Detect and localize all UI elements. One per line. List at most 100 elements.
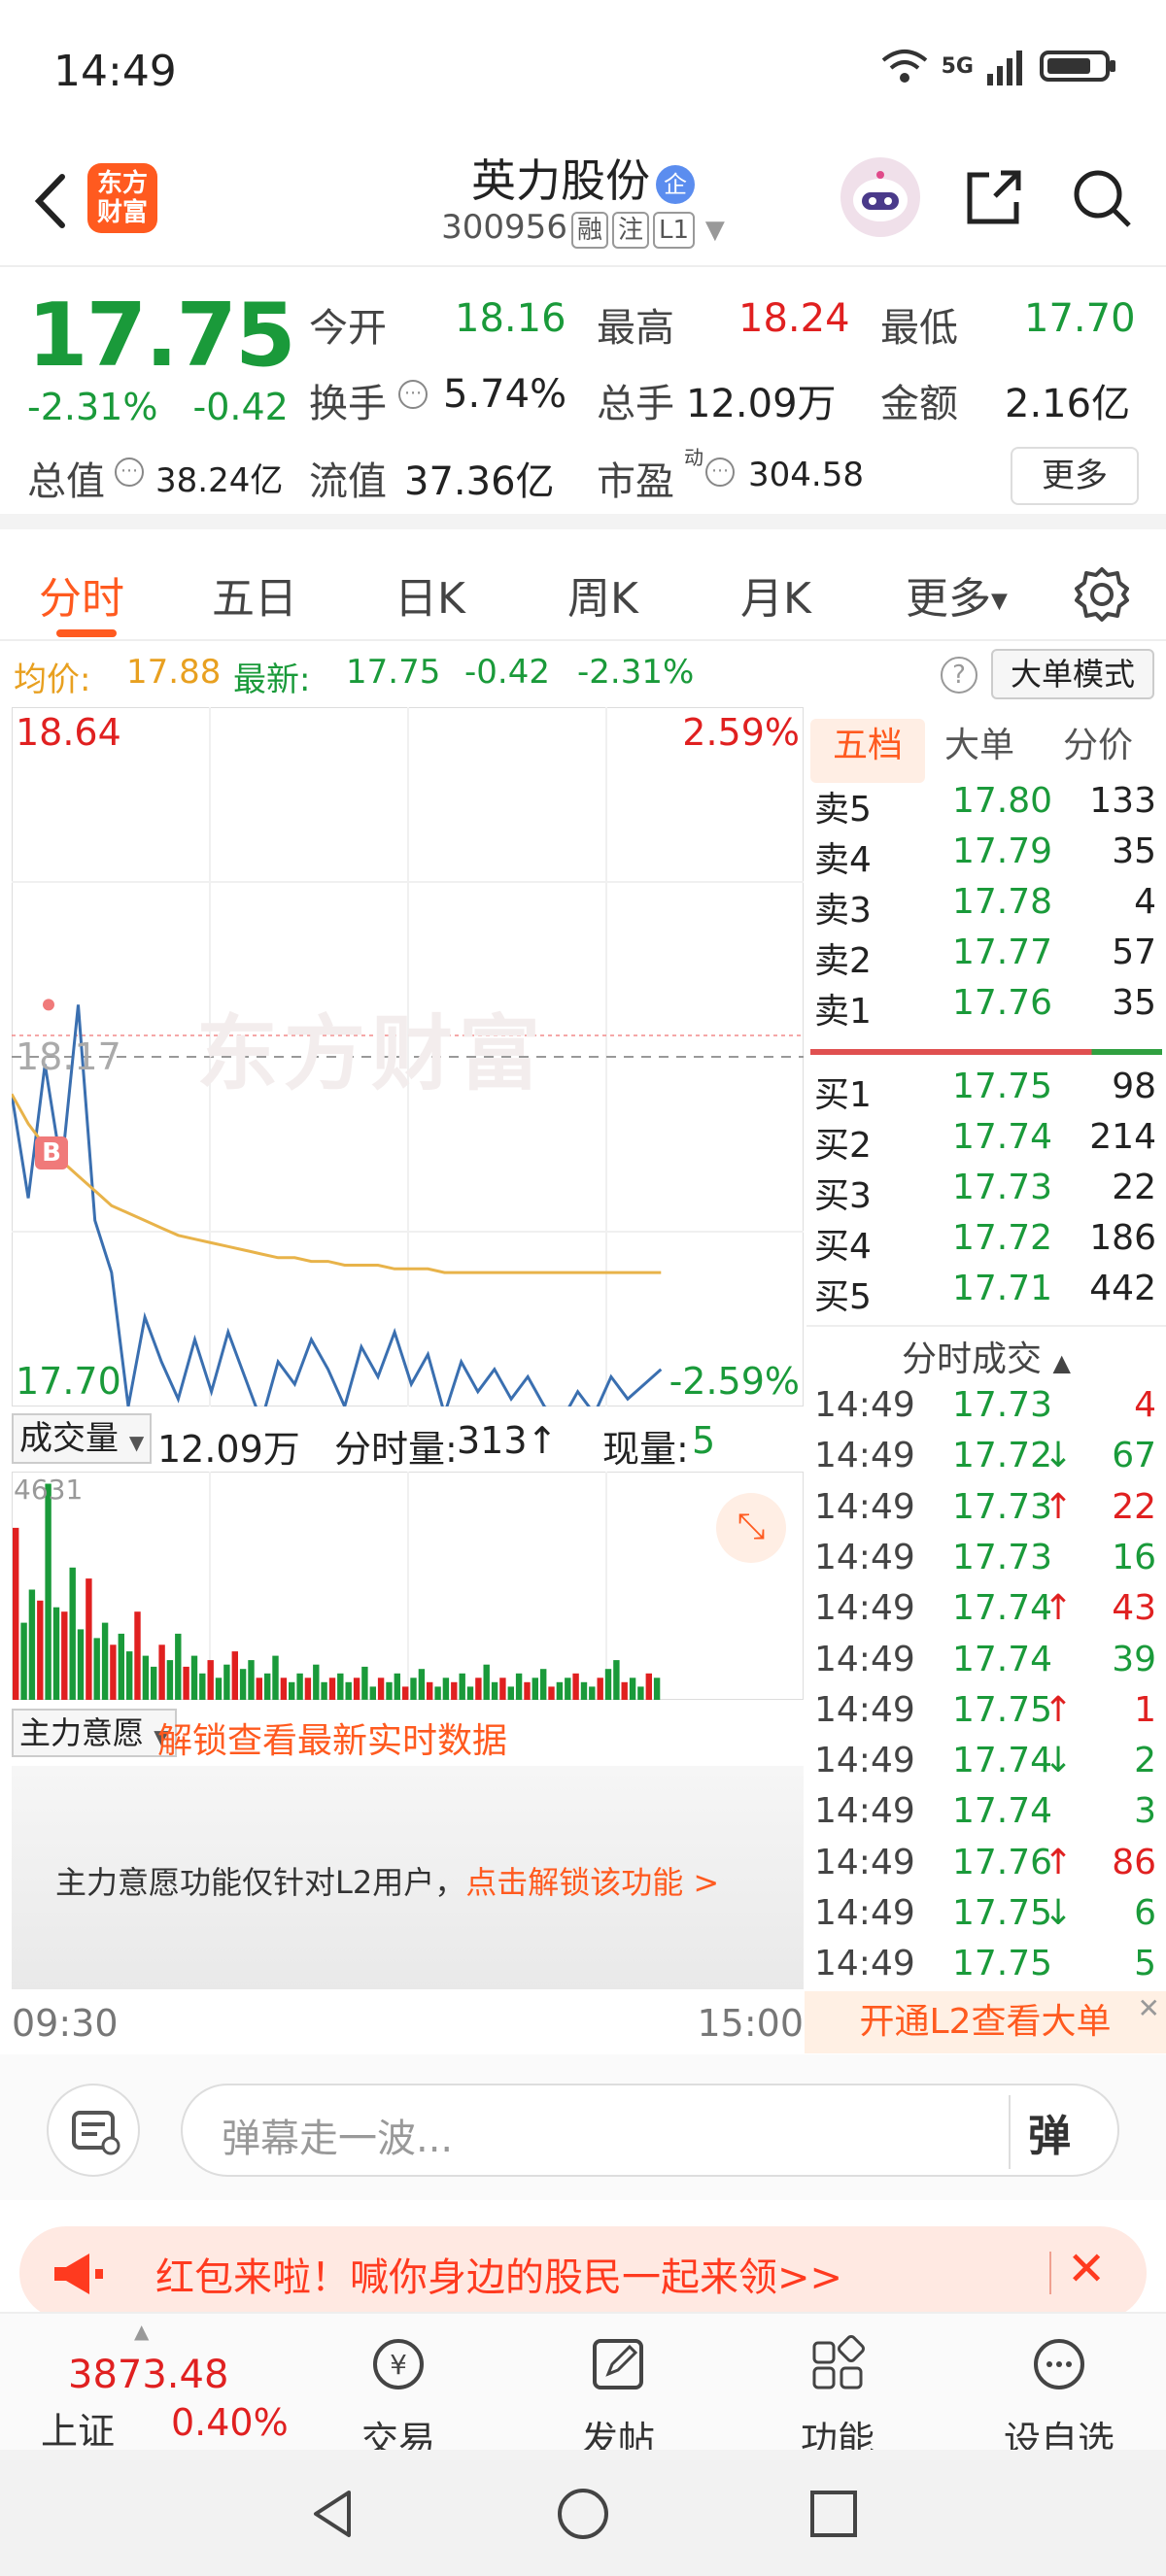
danmu-bar: 弹幕走一波... 弹 bbox=[0, 2054, 1166, 2200]
bid-level-row[interactable]: 买2 17.74 214 bbox=[806, 1117, 1166, 1168]
bid-level-row[interactable]: 买4 17.72 186 bbox=[806, 1218, 1166, 1269]
trade-button[interactable]: ¥ 交易 bbox=[350, 2333, 447, 2463]
nav-bar: 东方财富 英力股份企 300956 融注 L1 ▼ bbox=[0, 146, 1166, 267]
change-row: -2.31% -0.42 bbox=[27, 386, 289, 428]
field-value-high: 18.24 bbox=[738, 296, 850, 341]
info-icon[interactable]: ⋯ bbox=[705, 458, 735, 487]
info-icon[interactable]: ⋯ bbox=[115, 458, 144, 487]
volume-chart[interactable]: 4631 ⤡ bbox=[11, 1471, 805, 1701]
search-icon[interactable] bbox=[1069, 165, 1133, 229]
ask-level-row[interactable]: 卖3 17.78 4 bbox=[806, 882, 1166, 932]
main-force-selector[interactable]: 主力意愿 ▼ bbox=[12, 1709, 177, 1757]
level-price: 17.79 bbox=[952, 831, 1053, 871]
unlock-feature-link[interactable]: 点击解锁该功能 > bbox=[465, 1864, 719, 1901]
volume-bar bbox=[69, 1567, 76, 1700]
time-axis: 09:30 15:00 bbox=[12, 1996, 804, 2051]
danmu-input[interactable]: 弹幕走一波... 弹 bbox=[181, 2084, 1119, 2177]
level-price: 17.74 bbox=[952, 1117, 1053, 1157]
assistant-robot-icon[interactable] bbox=[840, 157, 920, 237]
tab-weekly-k[interactable]: 周K bbox=[567, 563, 638, 626]
bid-level-row[interactable]: 买3 17.73 22 bbox=[806, 1168, 1166, 1218]
bid-level-row[interactable]: 买5 17.71 442 bbox=[806, 1269, 1166, 1319]
level-label: 卖2 bbox=[814, 941, 872, 981]
caret-down-icon: ▼ bbox=[128, 1431, 145, 1454]
volume-bar bbox=[556, 1681, 564, 1700]
volume-bar bbox=[190, 1655, 198, 1700]
post-button[interactable]: 发帖 bbox=[569, 2333, 667, 2463]
ask-level-row[interactable]: 卖4 17.79 35 bbox=[806, 831, 1166, 882]
volume-bar bbox=[629, 1678, 636, 1700]
tab-monthly-k[interactable]: 月K bbox=[740, 563, 811, 626]
add-watchlist-button[interactable]: 设自选 bbox=[1001, 2333, 1117, 2463]
tick-time: 14:49 bbox=[814, 1689, 915, 1730]
tick-row: 14:49 17.73 16 bbox=[806, 1538, 1166, 1588]
open-l2-banner[interactable]: 开通L2查看大单 ✕ bbox=[805, 1991, 1166, 2053]
tick-row: 14:49 17.74 ↑ 43 bbox=[806, 1588, 1166, 1639]
latest-pct: -2.31% bbox=[577, 653, 695, 692]
unlock-realtime-link[interactable]: 解锁查看最新实时数据 bbox=[157, 1712, 507, 1763]
volume-bar bbox=[175, 1633, 182, 1700]
ask-level-row[interactable]: 卖5 17.80 133 bbox=[806, 781, 1166, 831]
index-ticker[interactable]: ▲ 3873.48 上证 0.40% bbox=[0, 2314, 292, 2453]
danmu-toggle-button[interactable]: 弹 bbox=[1028, 2101, 1071, 2163]
volume-bar bbox=[264, 1673, 271, 1700]
current-volume-value: 5 bbox=[692, 1419, 716, 1462]
tab-price-dist[interactable]: 分价 bbox=[1049, 719, 1147, 783]
info-icon[interactable]: ⋯ bbox=[398, 380, 428, 409]
more-button[interactable]: 更多 bbox=[1011, 447, 1139, 505]
close-icon[interactable]: ✕ bbox=[1138, 1978, 1160, 2040]
ask-level-row[interactable]: 卖2 17.77 57 bbox=[806, 932, 1166, 983]
volume-bar bbox=[118, 1633, 124, 1700]
big-order-mode-button[interactable]: 大单模式 bbox=[991, 649, 1154, 699]
tick-row: 14:49 17.74 39 bbox=[806, 1640, 1166, 1690]
tab-daily-k[interactable]: 日K bbox=[394, 563, 465, 626]
y-low-label: 17.70 bbox=[16, 1360, 121, 1403]
latest-value: 17.75 bbox=[346, 653, 441, 692]
level-label: 买5 bbox=[814, 1277, 872, 1317]
buy-marker[interactable]: B bbox=[35, 1136, 68, 1169]
level-label: 买3 bbox=[814, 1176, 872, 1216]
functions-button[interactable]: 功能 bbox=[789, 2333, 886, 2463]
ask-level-row[interactable]: 卖1 17.76 35 bbox=[806, 983, 1166, 1034]
high-point-marker bbox=[43, 999, 54, 1011]
tag-margin: 融 bbox=[570, 212, 608, 249]
volume-bar bbox=[45, 1483, 51, 1700]
nav-recents-icon[interactable] bbox=[806, 2487, 861, 2541]
volume-bar bbox=[532, 1678, 538, 1700]
volume-selector[interactable]: 成交量 ▼ bbox=[12, 1413, 153, 1464]
quote-panel: 17.75 -2.31% -0.42 今开 18.16 最高 18.24 最低 … bbox=[0, 267, 1166, 529]
help-icon[interactable]: ? bbox=[941, 657, 977, 694]
level-price: 17.73 bbox=[952, 1168, 1053, 1207]
tick-price: 17.73 bbox=[952, 1385, 1053, 1425]
tab-more[interactable]: 更多▼ bbox=[906, 563, 1008, 626]
volume-bar bbox=[280, 1678, 288, 1700]
volume-bar bbox=[345, 1681, 352, 1700]
close-icon[interactable]: ✕ bbox=[1067, 2242, 1106, 2296]
level-volume: 186 bbox=[1089, 1218, 1156, 1258]
expand-icon[interactable]: ⤡ bbox=[716, 1493, 786, 1563]
ticks-title[interactable]: 分时成交 ▲ bbox=[806, 1325, 1166, 1381]
volume-bar bbox=[515, 1673, 523, 1700]
volume-bar bbox=[572, 1673, 579, 1700]
red-packet-banner[interactable]: 红包来啦！喊你身边的股民一起来领>> ✕ bbox=[19, 2226, 1147, 2320]
tick-arrow: ↓ bbox=[1044, 1893, 1074, 1933]
volume-bar bbox=[289, 1681, 295, 1700]
settings-gear-icon[interactable] bbox=[1073, 565, 1131, 624]
locked-notice: 主力意愿功能仅针对L2用户，点击解锁该功能 > bbox=[55, 1858, 719, 1903]
tab-intraday[interactable]: 分时 bbox=[39, 563, 124, 626]
nav-home-icon[interactable] bbox=[556, 2487, 610, 2541]
nav-back-icon[interactable] bbox=[306, 2487, 360, 2541]
tab-big-orders[interactable]: 大单 bbox=[931, 719, 1028, 783]
danmu-list-icon[interactable] bbox=[47, 2084, 140, 2177]
active-tab-indicator bbox=[56, 629, 117, 637]
level-price: 17.76 bbox=[952, 983, 1053, 1023]
watermark: 东方财富 bbox=[196, 1006, 547, 1102]
tab-five-levels[interactable]: 五档 bbox=[810, 719, 925, 783]
tick-arrow: ↓ bbox=[1044, 1436, 1074, 1476]
tick-volume: 39 bbox=[1112, 1639, 1156, 1679]
tab-five-day[interactable]: 五日 bbox=[212, 563, 297, 626]
bid-level-row[interactable]: 买1 17.75 98 bbox=[806, 1067, 1166, 1117]
volume-bar bbox=[483, 1664, 490, 1700]
intraday-chart[interactable]: 东方财富 18.64 2.59% 18.17 17.70 -2.59% B bbox=[10, 706, 805, 1427]
share-icon[interactable] bbox=[962, 165, 1026, 229]
